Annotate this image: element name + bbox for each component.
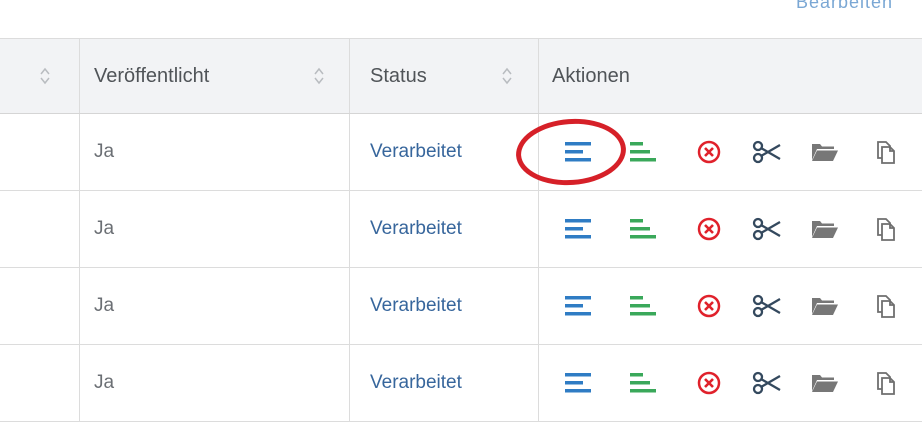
align-left-icon[interactable] (564, 214, 594, 244)
header-status-label: Status (370, 64, 427, 87)
table-row: Ja Verarbeitet (0, 345, 922, 422)
status-value: Verarbeitet (370, 141, 462, 162)
copy-icon[interactable] (870, 291, 900, 321)
actions-cell (539, 345, 922, 421)
scissors-icon[interactable] (752, 368, 782, 398)
published-value: Ja (94, 141, 115, 162)
header-published-label: Veröffentlicht (94, 64, 210, 87)
published-cell: Ja (80, 345, 350, 421)
scissors-icon[interactable] (752, 214, 782, 244)
published-value: Ja (94, 295, 115, 316)
folder-icon[interactable] (810, 137, 840, 167)
copy-icon[interactable] (870, 137, 900, 167)
status-value: Verarbeitet (370, 372, 462, 393)
close-circle-icon[interactable] (694, 214, 724, 244)
table-row: Ja Verarbeitet (0, 114, 922, 191)
row-col0-cell (0, 268, 80, 344)
table-row: Ja Verarbeitet (0, 191, 922, 268)
align-left-icon[interactable] (564, 291, 594, 321)
status-value: Verarbeitet (370, 295, 462, 316)
actions-cell (539, 191, 922, 267)
status-cell: Verarbeitet (350, 345, 539, 421)
status-value: Verarbeitet (370, 218, 462, 239)
published-cell: Ja (80, 191, 350, 267)
header-published[interactable]: Veröffentlicht (80, 39, 350, 113)
table-header: Veröffentlicht Status Aktionen (0, 38, 922, 114)
sort-icon[interactable] (40, 67, 50, 85)
folder-icon[interactable] (810, 368, 840, 398)
close-circle-icon[interactable] (694, 291, 724, 321)
published-cell: Ja (80, 114, 350, 190)
header-col0[interactable] (0, 39, 80, 113)
row-col0-cell (0, 345, 80, 421)
row-col0-cell (0, 191, 80, 267)
header-actions: Aktionen (539, 39, 922, 113)
table-row: Ja Verarbeitet (0, 268, 922, 345)
published-value: Ja (94, 372, 115, 393)
status-cell: Verarbeitet (350, 114, 539, 190)
header-status[interactable]: Status (350, 39, 539, 113)
copy-icon[interactable] (870, 368, 900, 398)
actions-cell (539, 268, 922, 344)
align-left-green-icon[interactable] (629, 291, 659, 321)
sort-icon[interactable] (502, 67, 512, 85)
row-col0-cell (0, 114, 80, 190)
copy-icon[interactable] (870, 214, 900, 244)
published-value: Ja (94, 218, 115, 239)
align-left-green-icon[interactable] (629, 214, 659, 244)
align-left-green-icon[interactable] (629, 137, 659, 167)
align-left-icon[interactable] (564, 368, 594, 398)
status-cell: Verarbeitet (350, 191, 539, 267)
published-cell: Ja (80, 268, 350, 344)
close-circle-icon[interactable] (694, 137, 724, 167)
close-circle-icon[interactable] (694, 368, 724, 398)
data-table: Veröffentlicht Status Aktionen Ja Verarb… (0, 38, 922, 422)
header-actions-label: Aktionen (552, 64, 630, 87)
folder-icon[interactable] (810, 291, 840, 321)
scissors-icon[interactable] (752, 291, 782, 321)
align-left-green-icon[interactable] (629, 368, 659, 398)
sort-icon[interactable] (314, 67, 324, 85)
scissors-icon[interactable] (752, 137, 782, 167)
top-fragment-text: Bearbeiten (796, 0, 894, 12)
folder-icon[interactable] (810, 214, 840, 244)
status-cell: Verarbeitet (350, 268, 539, 344)
